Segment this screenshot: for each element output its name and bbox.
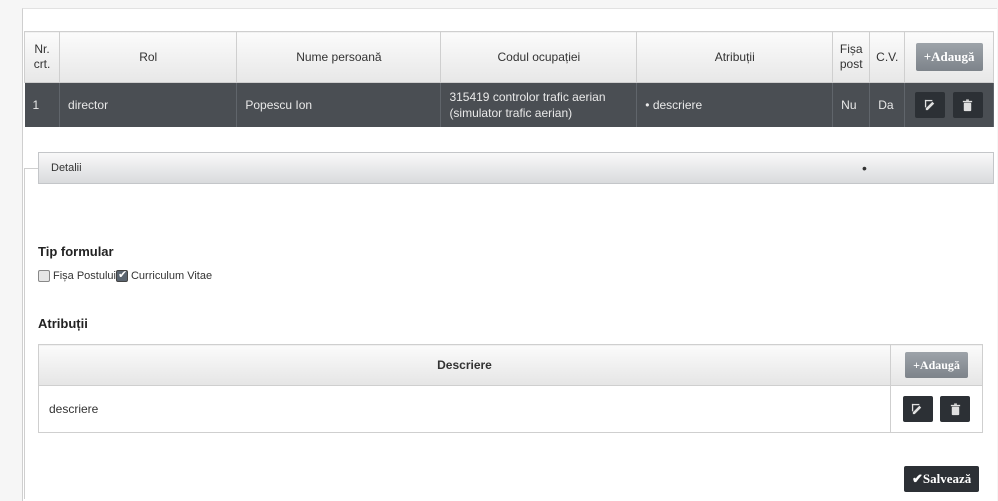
col-header-atributii: Atribuții bbox=[636, 31, 834, 83]
table-row[interactable]: descriere bbox=[38, 385, 983, 433]
col-header-actions: +Adaugă bbox=[904, 31, 994, 83]
details-panel-border bbox=[24, 168, 39, 499]
delete-row-button[interactable] bbox=[952, 92, 983, 118]
edit-atributie-button[interactable] bbox=[902, 396, 933, 422]
cell-nume: Popescu Ion bbox=[236, 82, 442, 127]
add-person-button[interactable]: +Adaugă bbox=[915, 43, 983, 71]
cell-nr: 1 bbox=[24, 82, 61, 127]
cell-actions bbox=[904, 82, 994, 127]
persons-table: Nr. crt. Rol Nume persoană Codul ocupați… bbox=[23, 31, 994, 127]
cell-cod: 315419 controlor trafic aerian (simulato… bbox=[440, 82, 638, 127]
edit-icon bbox=[924, 99, 935, 110]
cell-rol: director bbox=[59, 82, 238, 127]
table-header-row: Nr. crt. Rol Nume persoană Codul ocupați… bbox=[23, 31, 994, 83]
form-type-options: Fișa Postului Curriculum Vitae bbox=[38, 268, 213, 282]
col-header-fisa: Fișa post bbox=[832, 31, 871, 83]
col-header-attr-actions: +Adaugă bbox=[890, 344, 983, 386]
edit-row-button[interactable] bbox=[915, 92, 946, 118]
col-header-descriere: Descriere bbox=[38, 344, 891, 386]
trash-icon bbox=[963, 98, 973, 111]
add-atributie-button[interactable]: +Adaugă bbox=[905, 352, 968, 378]
cell-fisa: Nu bbox=[832, 82, 871, 127]
cell-atributii: • descriere bbox=[636, 82, 834, 127]
cell-attr-actions bbox=[890, 385, 983, 433]
col-header-nume: Nume persoană bbox=[236, 31, 442, 83]
tip-formular-title: Tip formular bbox=[38, 244, 114, 259]
details-label: Detalii bbox=[51, 162, 82, 174]
cell-cv: Da bbox=[869, 82, 906, 127]
delete-atributie-button[interactable] bbox=[940, 396, 971, 422]
atributii-title: Atribuții bbox=[38, 316, 88, 331]
trash-icon bbox=[950, 402, 960, 415]
edit-icon bbox=[912, 403, 922, 414]
col-header-rol: Rol bbox=[59, 31, 238, 83]
atributii-table: Descriere +Adaugă descriere bbox=[38, 344, 983, 433]
table-row[interactable]: 1 director Popescu Ion 315419 controlor … bbox=[24, 82, 994, 127]
col-header-nr: Nr. crt. bbox=[23, 31, 61, 83]
dot-icon: • bbox=[862, 160, 867, 176]
col-header-cv: C.V. bbox=[869, 31, 906, 83]
col-header-cod: Codul ocupației bbox=[440, 31, 638, 83]
checkbox-fisa-postului-label: Fișa Postului bbox=[53, 270, 116, 282]
checkbox-curriculum-vitae-label: Curriculum Vitae bbox=[130, 270, 213, 282]
details-accordion-header[interactable]: Detalii • bbox=[38, 152, 994, 184]
checkbox-curriculum-vitae[interactable] bbox=[115, 268, 128, 282]
attr-header-row: Descriere +Adaugă bbox=[38, 344, 983, 386]
checkbox-fisa-postului[interactable] bbox=[38, 270, 50, 282]
cell-descriere: descriere bbox=[38, 385, 891, 433]
save-button[interactable]: ✔Salvează bbox=[904, 466, 980, 492]
